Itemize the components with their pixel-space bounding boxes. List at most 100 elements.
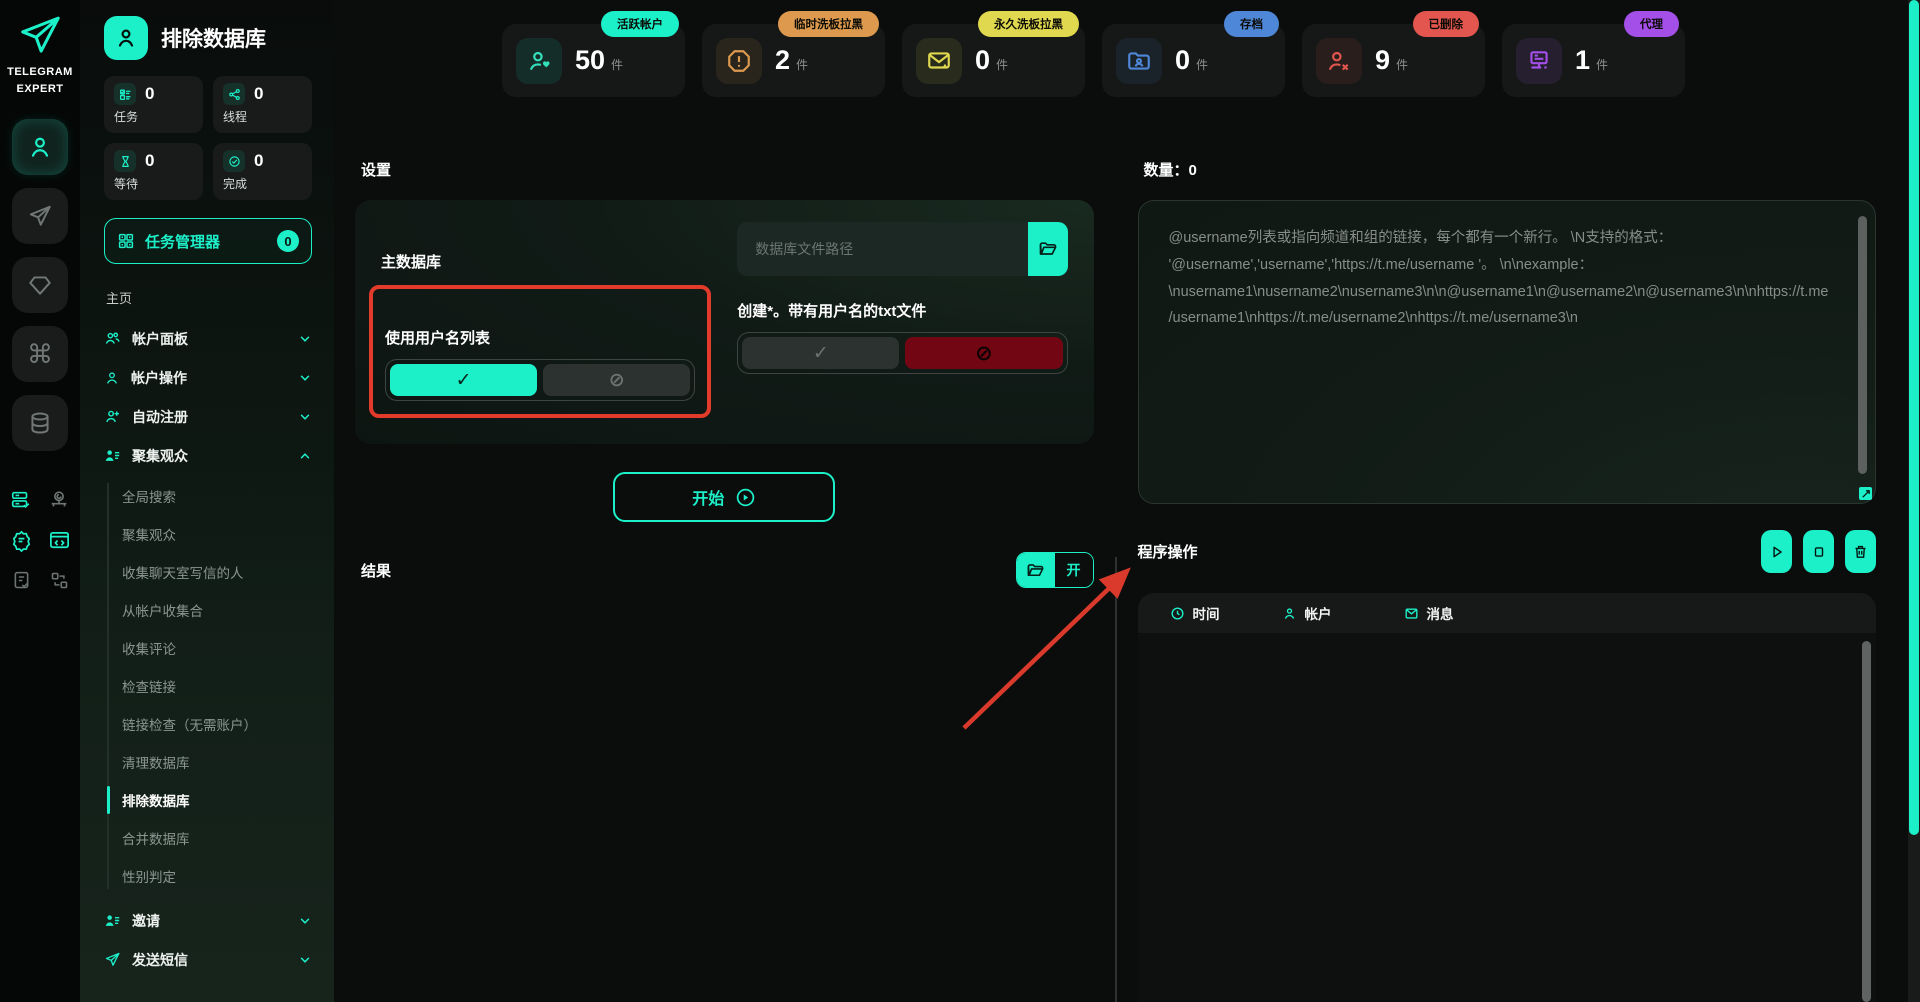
textarea-scrollbar-thumb[interactable] — [1858, 216, 1867, 474]
stat-unit: 件 — [1396, 58, 1409, 72]
quantity-label: 数量：0 — [1143, 162, 1197, 179]
table-header-row: 时间 帐户 消息 — [1137, 593, 1876, 633]
column-account: 帐户 — [1282, 603, 1404, 623]
sidebar: 排除数据库 0 任务 0 线程 0 等待 0 完成 任务管理器 0 主页 帐户面… — [80, 0, 334, 1002]
rail-send-button[interactable] — [12, 188, 68, 244]
column-message: 消息 — [1404, 603, 1454, 623]
send-icon — [27, 203, 53, 229]
gather-audience-submenu: 全局搜索 聚集观众 收集聊天室写信的人 从帐户收集合 收集评论 检查链接 链接检… — [104, 477, 312, 895]
submenu-item-collect-comments[interactable]: 收集评论 — [122, 629, 312, 667]
settings-card: 主数据库 使用用户名列表 ✓ ⊘ 数据库文件路径 创建*。带有用户名的txt文件… — [355, 200, 1094, 444]
sidebar-item-invite[interactable]: 邀请 — [104, 901, 312, 940]
check-circle-icon — [223, 150, 245, 172]
trash-icon — [1853, 544, 1868, 559]
sidebar-item-home[interactable]: 主页 — [106, 288, 312, 307]
stat-value: 2 — [775, 45, 791, 75]
column-account-label: 帐户 — [1304, 607, 1332, 622]
submenu-item-clean-database[interactable]: 清理数据库 — [122, 743, 312, 781]
sidebar-item-label: 自动注册 — [132, 408, 188, 425]
tasks-icon — [114, 83, 136, 105]
status-badge: 存档 — [1224, 11, 1279, 37]
left-rail: TELEGRAM EXPERT ⌘ — [0, 0, 80, 1002]
username-list-textarea[interactable] — [1137, 200, 1876, 504]
submenu-item-link-check-no-account[interactable]: 链接检查（无需账户） — [122, 705, 312, 743]
page-scrollbar-thumb[interactable] — [1909, 0, 1919, 835]
status-badge: 已删除 — [1412, 11, 1479, 37]
browser-code-icon[interactable] — [46, 529, 72, 552]
check-icon: ✓ — [455, 369, 472, 391]
submenu-item-check-links[interactable]: 检查链接 — [122, 667, 312, 705]
toggle-yes-option[interactable]: ✓ — [390, 364, 538, 396]
sidebar-item-auto-register[interactable]: 自动注册 — [104, 397, 312, 436]
task-manager-label: 任务管理器 — [145, 233, 221, 251]
toggle-yes-option[interactable]: ✓ — [742, 337, 900, 369]
user-network-icon[interactable] — [46, 489, 72, 511]
ops-stop-button[interactable] — [1803, 530, 1834, 573]
sidebar-item-label: 聚集观众 — [132, 447, 188, 464]
use-username-list-toggle: ✓ ⊘ — [385, 359, 696, 401]
play-circle-icon — [735, 487, 756, 508]
rail-command-button[interactable]: ⌘ — [12, 326, 68, 382]
create-txt-toggle: ✓ ⊘ — [737, 332, 1068, 374]
toggle-no-option[interactable]: ⊘ — [543, 364, 691, 396]
start-button[interactable]: 开始 — [613, 472, 836, 522]
stat-waiting-value: 0 — [145, 151, 155, 170]
sidebar-item-gather-audience[interactable]: 聚集观众 — [104, 436, 312, 475]
submenu-item-global-search[interactable]: 全局搜索 — [122, 477, 312, 515]
rail-database-button[interactable] — [12, 395, 68, 451]
create-txt-label: 创建*。带有用户名的txt文件 — [737, 303, 927, 320]
submenu-item-collect-from-accounts[interactable]: 从帐户收集合 — [122, 591, 312, 629]
start-button-label: 开始 — [692, 491, 725, 508]
chevron-up-icon — [298, 449, 312, 463]
stat-value: 0 — [1175, 45, 1191, 75]
page-title: 排除数据库 — [161, 28, 266, 51]
stat-done: 0 完成 — [213, 143, 312, 200]
send-icon — [104, 951, 121, 968]
swap-icon[interactable] — [46, 570, 72, 591]
document-check-icon[interactable] — [8, 570, 34, 591]
users-icon — [104, 330, 121, 347]
browse-folder-button[interactable] — [1027, 222, 1068, 276]
chevron-down-icon — [298, 332, 312, 346]
sidebar-item-account-ops[interactable]: 帐户操作 — [104, 358, 312, 397]
submenu-item-gender-detect[interactable]: 性别判定 — [122, 857, 312, 895]
page-scrollbar — [1908, 0, 1920, 1002]
results-section-title: 结果 — [361, 562, 392, 580]
vertical-divider — [1115, 557, 1117, 1002]
status-badge: 活跃帐户 — [601, 11, 679, 37]
stat-card-temp-blacklist: 临时洗板拉黑 2件 — [702, 11, 885, 97]
submenu-item-exclude-database[interactable]: 排除数据库 — [107, 781, 312, 819]
stop-icon — [1812, 545, 1826, 559]
folder-icon — [1038, 239, 1058, 259]
toggle-no-option[interactable]: ⊘ — [905, 337, 1063, 369]
stat-done-value: 0 — [254, 151, 264, 170]
sidebar-item-label: 帐户面板 — [132, 330, 188, 347]
column-time: 时间 — [1170, 603, 1282, 623]
submenu-item-collect-chat-writers[interactable]: 收集聊天室写信的人 — [122, 553, 312, 591]
user-icon — [104, 370, 120, 386]
grid-icon — [117, 232, 135, 250]
ops-play-button[interactable] — [1761, 530, 1792, 573]
submenu-item-gather-audience[interactable]: 聚集观众 — [122, 515, 312, 553]
task-manager-button[interactable]: 任务管理器 0 — [104, 218, 312, 264]
page-user-icon — [104, 16, 148, 60]
ops-clear-button[interactable] — [1845, 530, 1876, 573]
program-ops-table: 时间 帐户 消息 — [1137, 593, 1876, 1002]
status-badge: 代理 — [1624, 11, 1679, 37]
open-folder-button[interactable] — [1016, 553, 1055, 587]
db-path-input[interactable] — [737, 222, 1028, 276]
open-button[interactable]: 开 — [1054, 553, 1093, 587]
rail-accounts-button[interactable] — [12, 119, 68, 175]
rail-premium-button[interactable] — [12, 257, 68, 313]
main-db-label: 主数据库 — [381, 254, 442, 271]
submenu-item-merge-database[interactable]: 合并数据库 — [122, 819, 312, 857]
user-x-icon — [1316, 37, 1362, 84]
status-badge: 永久洗板拉黑 — [978, 11, 1079, 37]
table-scrollbar-thumb[interactable] — [1862, 641, 1871, 1002]
server-check-icon[interactable] — [8, 489, 34, 511]
sidebar-item-account-panel[interactable]: 帐户面板 — [104, 319, 312, 358]
gear-chat-icon[interactable] — [8, 529, 34, 552]
user-icon — [27, 134, 53, 160]
sidebar-item-send-sms[interactable]: 发送短信 — [104, 940, 312, 979]
resize-grip-icon[interactable] — [1859, 487, 1872, 500]
